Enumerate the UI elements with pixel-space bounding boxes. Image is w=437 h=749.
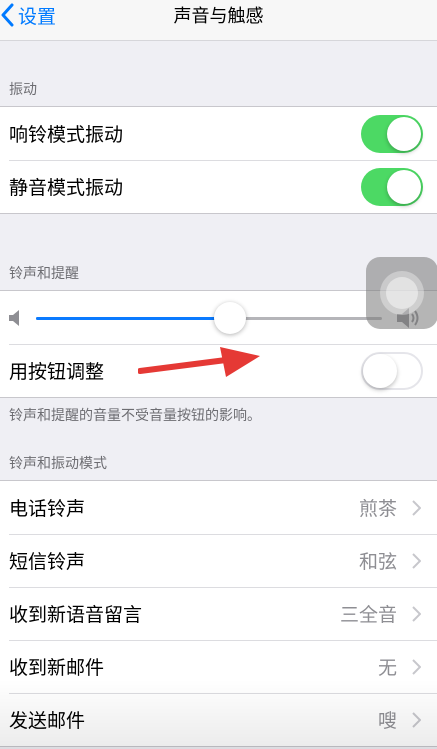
chevron-right-icon bbox=[412, 499, 421, 516]
chevron-right-icon bbox=[412, 711, 421, 728]
chevron-right-icon bbox=[412, 605, 421, 622]
ringer-footer-note: 铃声和提醒的音量不受音量按钮的影响。 bbox=[9, 408, 261, 424]
vibration-group: 响铃模式振动 静音模式振动 bbox=[0, 106, 437, 214]
new-mail-label: 收到新邮件 bbox=[9, 657, 105, 679]
new-mail-value: 无 bbox=[377, 657, 397, 679]
chevron-right-icon bbox=[412, 552, 421, 569]
ringtone-row[interactable]: 电话铃声 煎茶 bbox=[0, 481, 437, 534]
ring-mode-vibration-toggle[interactable] bbox=[361, 114, 423, 153]
ringtone-value: 煎茶 bbox=[358, 498, 397, 520]
silent-mode-vibration-label: 静音模式振动 bbox=[9, 177, 124, 199]
text-tone-row[interactable]: 短信铃声 和弦 bbox=[0, 534, 437, 587]
sent-mail-row[interactable]: 发送邮件 嗖 bbox=[0, 693, 437, 746]
page-title: 声音与触感 bbox=[173, 6, 264, 27]
sent-mail-value: 嗖 bbox=[377, 710, 397, 732]
navigation-bar: 设置 声音与触感 bbox=[0, 0, 437, 41]
volume-slider-thumb[interactable] bbox=[213, 302, 246, 334]
toggle-knob bbox=[387, 116, 421, 151]
assistive-touch-inner-ring bbox=[386, 277, 418, 309]
button-adjust-toggle[interactable] bbox=[361, 351, 423, 390]
ring-mode-vibration-label: 响铃模式振动 bbox=[9, 124, 124, 146]
toggle-knob bbox=[387, 169, 421, 204]
patterns-group: 电话铃声 煎茶 短信铃声 和弦 收到新语音留言 三全音 收到新邮件 无 发送邮件… bbox=[0, 480, 437, 747]
silent-mode-vibration-row: 静音模式振动 bbox=[0, 160, 437, 213]
ringtone-label: 电话铃声 bbox=[9, 498, 86, 520]
new-voicemail-value: 三全音 bbox=[339, 604, 397, 626]
assistive-touch-icon[interactable] bbox=[366, 257, 437, 329]
text-tone-value: 和弦 bbox=[358, 551, 397, 573]
button-adjust-label: 用按钮调整 bbox=[9, 361, 105, 383]
ring-mode-vibration-row: 响铃模式振动 bbox=[0, 107, 437, 160]
volume-slider[interactable] bbox=[36, 302, 382, 334]
chevron-right-icon bbox=[412, 658, 421, 675]
new-voicemail-label: 收到新语音留言 bbox=[9, 604, 143, 626]
new-mail-row[interactable]: 收到新邮件 无 bbox=[0, 640, 437, 693]
volume-slider-fill bbox=[36, 316, 230, 320]
red-arrow-icon bbox=[138, 347, 260, 377]
new-voicemail-row[interactable]: 收到新语音留言 三全音 bbox=[0, 587, 437, 640]
text-tone-label: 短信铃声 bbox=[9, 551, 86, 573]
speaker-low-icon bbox=[9, 309, 19, 326]
section-header-patterns: 铃声和振动模式 bbox=[9, 456, 107, 472]
toggle-knob bbox=[363, 353, 397, 388]
section-header-vibration: 振动 bbox=[9, 82, 37, 98]
sent-mail-label: 发送邮件 bbox=[9, 710, 86, 732]
silent-mode-vibration-toggle[interactable] bbox=[361, 167, 423, 206]
section-header-ringer: 铃声和提醒 bbox=[9, 266, 79, 282]
